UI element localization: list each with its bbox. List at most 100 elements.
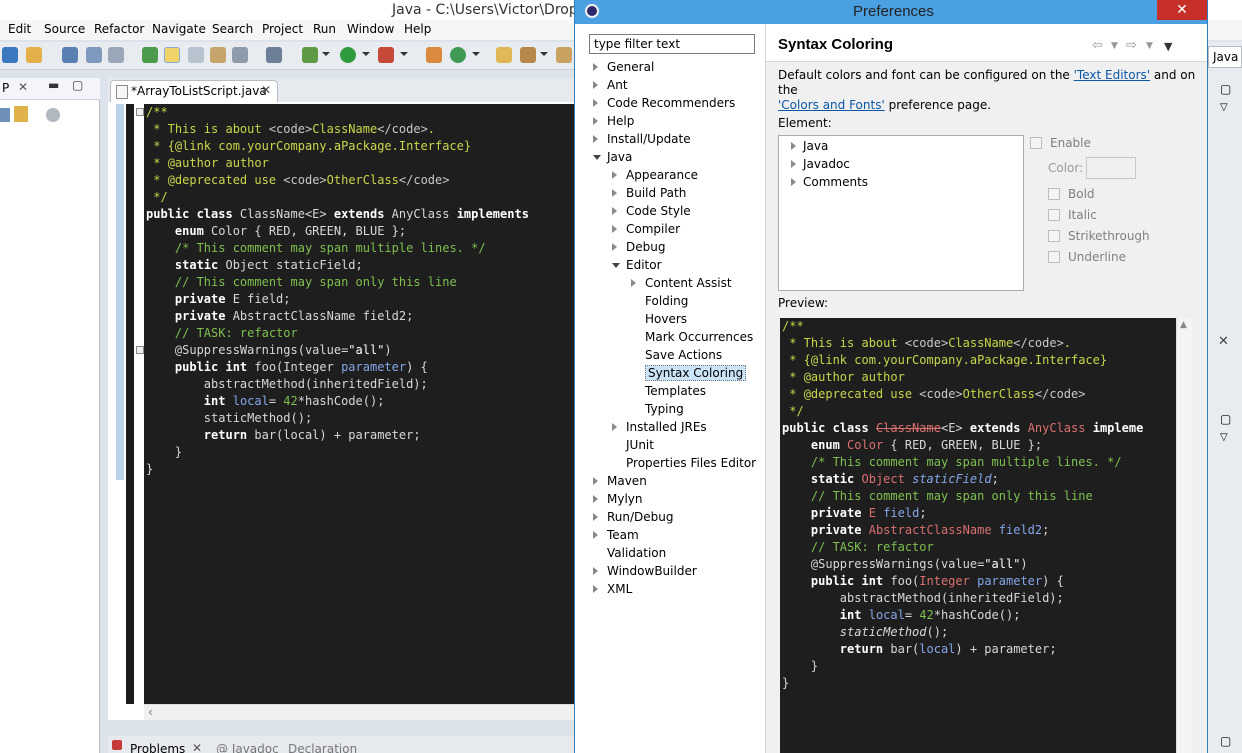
collapse-all-icon[interactable] xyxy=(0,108,10,122)
tree-item-save-actions[interactable]: Save Actions xyxy=(645,346,722,364)
perspective-java-button[interactable]: Java xyxy=(1208,46,1242,68)
view-menu-icon[interactable]: ▼ xyxy=(1164,40,1172,53)
tree-item-editor[interactable]: Editor xyxy=(612,256,662,274)
pin-icon[interactable] xyxy=(232,47,248,63)
expand-arrow-icon[interactable] xyxy=(791,142,796,150)
run-icon[interactable] xyxy=(340,47,356,63)
scroll-up-icon[interactable]: ▲ xyxy=(1180,320,1187,330)
preview-vertical-scrollbar[interactable]: ▲ xyxy=(1176,318,1192,753)
expand-arrow-icon[interactable] xyxy=(612,171,617,179)
maximize-view-icon[interactable]: ▢ xyxy=(1220,412,1231,426)
tree-item-properties-files-editor[interactable]: Properties Files Editor xyxy=(626,454,756,472)
tree-item-help[interactable]: Help xyxy=(593,112,634,130)
tree-item-mark-occurrences[interactable]: Mark Occurrences xyxy=(645,328,753,346)
element-tree-item-javadoc[interactable]: Javadoc xyxy=(791,155,850,173)
expand-arrow-icon[interactable] xyxy=(791,178,796,186)
back-arrow-icon[interactable]: ⇦ xyxy=(1092,38,1103,53)
back-dropdown-icon[interactable]: ▼ xyxy=(1111,41,1118,51)
tree-item-compiler[interactable]: Compiler xyxy=(612,220,680,238)
expand-arrow-icon[interactable] xyxy=(791,160,796,168)
tree-item-install-update[interactable]: Install/Update xyxy=(593,130,691,148)
tree-item-team[interactable]: Team xyxy=(593,526,639,544)
highlight-icon[interactable] xyxy=(164,47,180,63)
run-dropdown-icon[interactable] xyxy=(362,52,370,56)
expand-arrow-icon[interactable] xyxy=(612,225,617,233)
tab-javadoc[interactable]: @ Javadoc xyxy=(216,742,279,753)
colors-and-fonts-link[interactable]: 'Colors and Fonts' xyxy=(778,98,885,112)
close-view-icon[interactable]: ✕ xyxy=(1218,334,1229,349)
tree-item-appearance[interactable]: Appearance xyxy=(612,166,698,184)
expand-arrow-icon[interactable] xyxy=(612,207,617,215)
minimize-view-icon[interactable]: ▬ xyxy=(48,78,59,92)
tab-problems[interactable]: Problems xyxy=(130,742,185,753)
chevron-down-icon[interactable]: ▽ xyxy=(1220,102,1228,113)
package-explorer-close-icon[interactable]: ✕ xyxy=(18,80,28,94)
tree-item-run-debug[interactable]: Run/Debug xyxy=(593,508,674,526)
tree-item-code-recommenders[interactable]: Code Recommenders xyxy=(593,94,735,112)
expand-arrow-icon[interactable] xyxy=(593,477,598,485)
expand-arrow-icon[interactable] xyxy=(593,585,598,593)
new-icon[interactable] xyxy=(2,47,18,63)
checkbox-box[interactable] xyxy=(1048,209,1060,221)
element-tree-item-java[interactable]: Java xyxy=(791,137,828,155)
tree-item-validation[interactable]: Validation xyxy=(607,544,666,562)
expand-arrow-icon[interactable] xyxy=(593,495,598,503)
color-picker-button[interactable] xyxy=(1086,157,1136,179)
menu-window[interactable]: Window xyxy=(347,22,394,36)
collapse-arrow-icon[interactable] xyxy=(612,263,620,268)
element-tree-item-comments[interactable]: Comments xyxy=(791,173,868,191)
maximize-view-icon[interactable]: ▢ xyxy=(72,78,83,92)
expand-arrow-icon[interactable] xyxy=(612,423,617,431)
package-explorer-tab-label[interactable]: P xyxy=(2,81,9,95)
preview-code[interactable]: /** * This is about <code>ClassName</cod… xyxy=(780,318,1176,753)
scroll-left-icon[interactable]: ‹ xyxy=(148,705,153,719)
editor-tab-close-icon[interactable]: ✕ xyxy=(261,83,271,97)
expand-arrow-icon[interactable] xyxy=(593,99,598,107)
menu-source[interactable]: Source xyxy=(44,22,85,36)
tree-item-folding[interactable]: Folding xyxy=(645,292,688,310)
close-dialog-button[interactable]: ✕ xyxy=(1157,0,1207,20)
new-java-project-icon[interactable] xyxy=(426,47,442,63)
tree-item-general[interactable]: General xyxy=(593,58,654,76)
maximize-view-icon[interactable]: ▢ xyxy=(1220,734,1231,748)
new-wizard-icon[interactable] xyxy=(26,47,42,63)
open-type-icon[interactable] xyxy=(496,47,512,63)
fold-toggle-icon[interactable] xyxy=(136,108,144,116)
expand-arrow-icon[interactable] xyxy=(612,243,617,251)
expand-arrow-icon[interactable] xyxy=(593,513,598,521)
expand-arrow-icon[interactable] xyxy=(593,531,598,539)
editor-tab-arraytolistscript[interactable]: *ArrayToListScript.java ✕ xyxy=(110,80,278,102)
menu-refactor[interactable]: Refactor xyxy=(94,22,144,36)
block-select-icon[interactable] xyxy=(188,47,204,63)
open-task-icon[interactable] xyxy=(556,47,572,63)
checkbox-box[interactable] xyxy=(1048,251,1060,263)
editor-code[interactable]: /** * This is about <code>ClassName</cod… xyxy=(144,104,574,704)
problems-close-icon[interactable]: ✕ xyxy=(192,741,202,753)
new-class-icon[interactable] xyxy=(450,47,466,63)
expand-arrow-icon[interactable] xyxy=(593,135,598,143)
chevron-down-icon[interactable]: ▽ xyxy=(1220,432,1228,443)
expand-arrow-icon[interactable] xyxy=(593,567,598,575)
print-icon[interactable] xyxy=(108,47,124,63)
menu-help[interactable]: Help xyxy=(404,22,431,36)
forward-dropdown-icon[interactable]: ▼ xyxy=(1146,41,1153,51)
skip-breakpoints-icon[interactable] xyxy=(266,47,282,63)
tree-item-content-assist[interactable]: Content Assist xyxy=(631,274,732,292)
maximize-view-icon[interactable]: ▢ xyxy=(1220,82,1231,96)
external-tools-dropdown-icon[interactable] xyxy=(400,52,408,56)
tree-item-windowbuilder[interactable]: WindowBuilder xyxy=(593,562,697,580)
tree-item-mylyn[interactable]: Mylyn xyxy=(593,490,643,508)
tree-item-syntax-coloring[interactable]: Syntax Coloring xyxy=(645,364,747,382)
menu-edit[interactable]: Edit xyxy=(8,22,31,36)
new-class-dropdown-icon[interactable] xyxy=(472,52,480,56)
tree-item-xml[interactable]: XML xyxy=(593,580,632,598)
forward-arrow-icon[interactable]: ⇨ xyxy=(1126,38,1137,53)
expand-arrow-icon[interactable] xyxy=(593,63,598,71)
search-dropdown-icon[interactable] xyxy=(540,52,548,56)
debug-dropdown-icon[interactable] xyxy=(322,52,330,56)
save-icon[interactable] xyxy=(62,47,78,63)
checkbox-box[interactable] xyxy=(1030,137,1042,149)
expand-arrow-icon[interactable] xyxy=(593,81,598,89)
search-tool-icon[interactable] xyxy=(520,47,536,63)
expand-arrow-icon[interactable] xyxy=(593,117,598,125)
